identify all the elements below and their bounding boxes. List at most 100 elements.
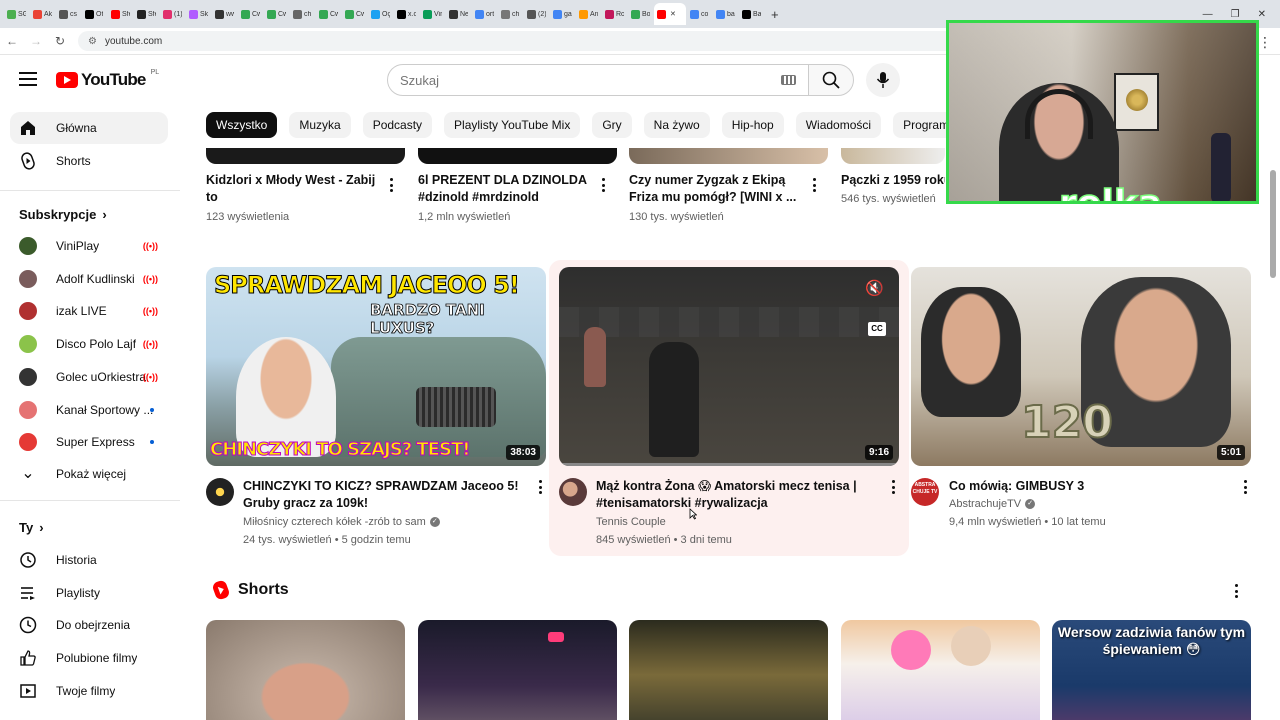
captions-icon[interactable]: CC <box>868 322 886 336</box>
chip[interactable]: Gry <box>592 112 632 138</box>
tab-close-icon[interactable]: ✕ <box>670 10 676 18</box>
browser-tab[interactable]: ch <box>290 3 315 25</box>
browser-tab[interactable]: Ot <box>82 3 107 25</box>
browser-tab[interactable]: Cw <box>316 3 341 25</box>
video-thumbnail[interactable]: 120 5:01 <box>911 267 1251 466</box>
browser-tab[interactable]: Ak <box>30 3 55 25</box>
browser-tab[interactable]: Oç <box>368 3 393 25</box>
search-input[interactable] <box>400 72 760 88</box>
browser-tab[interactable]: Sfe <box>134 3 159 25</box>
browser-tab[interactable]: co <box>687 3 712 25</box>
more-actions-icon[interactable] <box>1234 584 1238 598</box>
new-tab-icon[interactable]: + <box>771 7 779 22</box>
browser-tab[interactable]: Ne <box>446 3 471 25</box>
subscriptions-heading[interactable]: Subskrypcje › <box>19 207 107 222</box>
you-heading[interactable]: Ty › <box>19 520 44 535</box>
chip[interactable]: Wszystko <box>206 112 278 138</box>
close-window-icon[interactable]: ✕ <box>1258 9 1266 20</box>
browser-tab[interactable]: x.c <box>394 3 419 25</box>
youtube-logo[interactable]: YouTube PL <box>56 69 159 90</box>
sidebar-item-gwna[interactable]: Główna <box>10 112 168 144</box>
short-thumbnail[interactable] <box>629 620 828 720</box>
thumbnail[interactable] <box>629 148 828 164</box>
sidebar-item-playlist[interactable]: Playlisty <box>10 577 168 609</box>
sidebar-subscription[interactable]: Kanał Sportowy ... <box>10 394 168 426</box>
more-actions-icon[interactable] <box>1243 480 1247 494</box>
browser-menu-icon[interactable]: ⋮ <box>1258 34 1272 51</box>
minimize-icon[interactable]: — <box>1203 9 1213 20</box>
browser-tab[interactable]: ba <box>713 3 738 25</box>
guide-menu-icon[interactable] <box>19 72 37 86</box>
browser-tab[interactable]: ort <box>472 3 497 25</box>
video-thumbnail[interactable]: SPRAWDZAM JACEOO 5! BARDZO TANI LUXUS? C… <box>206 267 546 466</box>
browser-tab[interactable]: cs <box>56 3 81 25</box>
voice-search-button[interactable] <box>866 63 900 97</box>
channel-avatar[interactable]: ABSTRA CHUJE TV <box>911 478 939 506</box>
more-actions-icon[interactable] <box>389 178 393 192</box>
maximize-icon[interactable]: ❐ <box>1231 9 1240 20</box>
thumbnail[interactable] <box>841 148 945 164</box>
chip[interactable]: Na żywo <box>643 112 710 138</box>
short-thumbnail[interactable]: Wersow zadziwia fanów tym śpiewaniem 😳 <box>1052 620 1251 720</box>
video-title[interactable]: 6l PREZENT DLA DZINOLDA #dzinold #mrdzin… <box>418 172 590 206</box>
more-actions-icon[interactable] <box>601 178 605 192</box>
sidebar-subscription[interactable]: Disco Polo Lajf ((•)) <box>10 328 168 360</box>
sidebar-item-watch-later[interactable]: Do obejrzenia <box>10 609 168 641</box>
browser-tab[interactable]: (1) <box>160 3 185 25</box>
browser-tab[interactable]: ch <box>498 3 523 25</box>
short-thumbnail[interactable] <box>841 620 1040 720</box>
video-preview[interactable]: 🔇 CC 9:16 <box>559 267 899 466</box>
browser-tab[interactable]: Ba <box>739 3 764 25</box>
video-title[interactable]: Kidzlori x Młody West - Zabij to <box>206 172 376 206</box>
short-thumbnail[interactable] <box>206 620 405 720</box>
browser-tab[interactable]: SG <box>4 3 29 25</box>
show-more-button[interactable]: ⌄ Pokaż więcej <box>10 458 168 490</box>
browser-tab[interactable]: Cw <box>264 3 289 25</box>
channel-name[interactable]: Tennis Couple <box>596 516 666 528</box>
mute-icon[interactable]: 🔇 <box>865 279 889 299</box>
chip[interactable]: Podcasty <box>362 112 433 138</box>
browser-tab[interactable]: Cw <box>238 3 263 25</box>
channel-avatar[interactable] <box>559 478 587 506</box>
reload-icon[interactable]: ↻ <box>48 34 72 48</box>
short-thumbnail[interactable] <box>418 620 617 720</box>
more-actions-icon[interactable] <box>812 178 816 192</box>
site-info-icon[interactable]: ⚙ <box>88 36 97 47</box>
sidebar-item-your-videos[interactable]: Twoje filmy <box>10 675 168 707</box>
channel-name[interactable]: Miłośnicy czterech kółek -zrób to sam ✓ <box>243 516 440 528</box>
browser-tab[interactable]: Ro <box>602 3 627 25</box>
chip[interactable]: Playlisty YouTube Mix <box>444 112 581 138</box>
browser-tab[interactable]: (2) <box>524 3 549 25</box>
chip[interactable]: Wiadomości <box>795 112 882 138</box>
search-button[interactable] <box>808 64 854 96</box>
browser-tab[interactable]: ww <box>212 3 237 25</box>
thumbnail[interactable] <box>206 148 405 164</box>
forward-icon[interactable]: → <box>24 34 48 48</box>
thumbnail[interactable] <box>418 148 617 164</box>
video-title[interactable]: Mąż kontra Żona 😱 Amatorski mecz tenisa … <box>596 478 876 512</box>
sidebar-item-shorts[interactable]: Shorts <box>10 145 168 177</box>
preview-progress-bar[interactable] <box>559 463 899 466</box>
browser-tab[interactable]: An <box>576 3 601 25</box>
browser-tab[interactable]: Vir <box>420 3 445 25</box>
more-actions-icon[interactable] <box>538 480 542 494</box>
sidebar-item-like[interactable]: Polubione filmy <box>10 642 168 674</box>
browser-tab[interactable]: Bo <box>628 3 653 25</box>
sidebar-subscription[interactable]: Adolf Kudlinski ((•)) <box>10 263 168 295</box>
browser-tab[interactable]: ✕ <box>654 3 686 25</box>
sidebar-subscription[interactable]: izak LIVE ((•)) <box>10 295 168 327</box>
chip[interactable]: Hip-hop <box>721 112 784 138</box>
sidebar-subscription[interactable]: Golec uOrkiestra ((•)) <box>10 361 168 393</box>
page-scrollbar[interactable] <box>1270 170 1276 278</box>
sidebar-item-history[interactable]: Historia <box>10 544 168 576</box>
url-field[interactable]: ⚙ youtube.com <box>78 31 978 51</box>
browser-tab[interactable]: Sk <box>186 3 211 25</box>
chip[interactable]: Muzyka <box>289 112 351 138</box>
channel-avatar[interactable] <box>206 478 234 506</box>
sidebar-subscription[interactable]: Super Express <box>10 426 168 458</box>
more-actions-icon[interactable] <box>891 480 895 494</box>
video-title[interactable]: CHINCZYKI TO KICZ? SPRAWDZAM Jaceoo 5! G… <box>243 478 523 512</box>
sidebar-subscription[interactable]: ViniPlay ((•)) <box>10 230 168 262</box>
browser-tab[interactable]: ga <box>550 3 575 25</box>
video-title[interactable]: Co mówią: GIMBUSY 3 <box>949 478 1229 495</box>
